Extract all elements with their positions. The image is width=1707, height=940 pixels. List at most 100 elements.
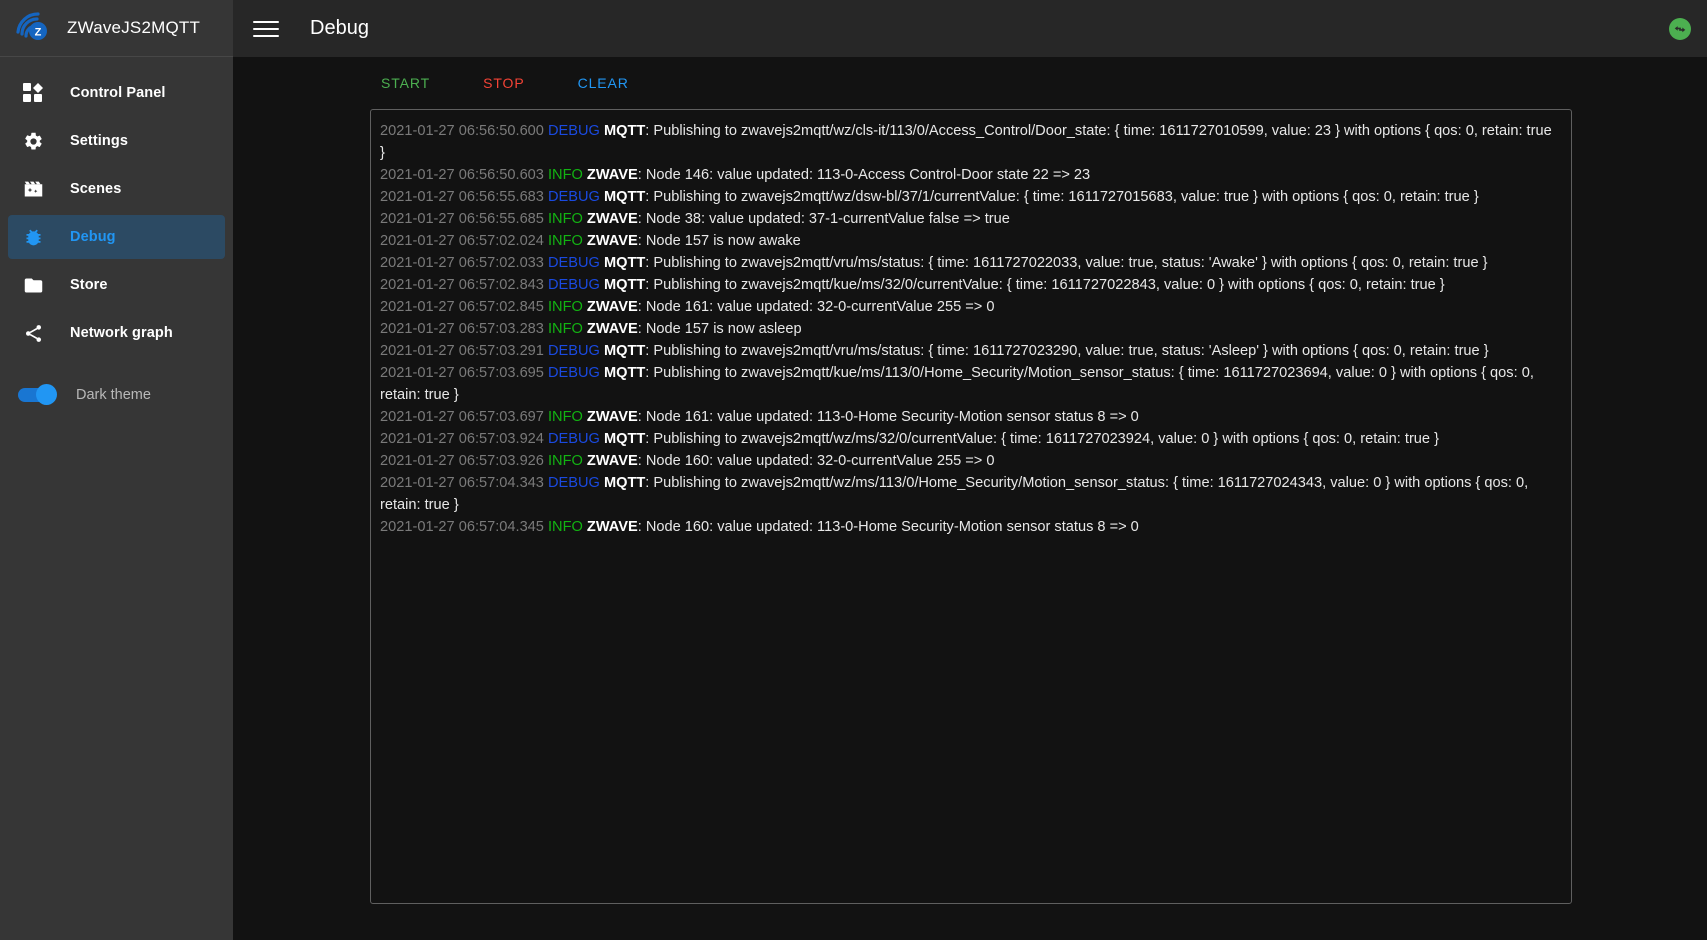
log-level: DEBUG <box>547 255 600 271</box>
sidebar-item-label: Settings <box>70 133 128 149</box>
log-message: : Publishing to zwavejs2mqtt/wz/ms/32/0/… <box>645 431 1439 447</box>
app-root: Z ZWaveJS2MQTT Control Panel Settings Sc… <box>0 0 1707 940</box>
log-module: ZWAVE <box>586 453 638 469</box>
log-timestamp: 2021-01-27 06:56:55.683 <box>380 189 544 205</box>
sidebar-item-label: Network graph <box>70 325 173 341</box>
log-level: DEBUG <box>547 431 600 447</box>
sidebar-item-store[interactable]: Store <box>8 263 225 307</box>
log-line: 2021-01-27 06:56:50.603 INFO ZWAVE: Node… <box>380 164 1559 186</box>
debug-log-panel[interactable]: 2021-01-27 06:56:50.600 DEBUG MQTT: Publ… <box>370 109 1572 904</box>
log-timestamp: 2021-01-27 06:56:50.603 <box>380 167 544 183</box>
log-module: MQTT <box>603 189 646 205</box>
svg-text:Z: Z <box>35 27 42 39</box>
log-timestamp: 2021-01-27 06:56:50.600 <box>380 123 544 139</box>
log-module: MQTT <box>603 343 646 359</box>
log-level: DEBUG <box>547 475 600 491</box>
main-area: Debug START STOP CLEAR 2021-01-27 06:56:… <box>233 0 1707 940</box>
log-module: ZWAVE <box>586 167 638 183</box>
log-timestamp: 2021-01-27 06:57:04.343 <box>380 475 544 491</box>
log-message: : Node 157 is now awake <box>637 233 801 249</box>
log-message: : Node 161: value updated: 113-0-Home Se… <box>637 409 1139 425</box>
connection-arrows-icon[interactable] <box>1669 17 1691 40</box>
log-message: : Publishing to zwavejs2mqtt/kue/ms/32/0… <box>645 277 1445 293</box>
log-line: 2021-01-27 06:56:55.685 INFO ZWAVE: Node… <box>380 208 1559 230</box>
hamburger-menu-icon[interactable] <box>253 16 279 42</box>
sidebar-item-control-panel[interactable]: Control Panel <box>8 71 225 115</box>
log-module: MQTT <box>603 431 646 447</box>
page-title: Debug <box>310 17 369 39</box>
sidebar-item-label: Scenes <box>70 181 122 197</box>
debug-toolbar: START STOP CLEAR <box>233 57 1707 109</box>
log-timestamp: 2021-01-27 06:57:03.283 <box>380 321 544 337</box>
movie-clapper-icon <box>20 179 46 200</box>
log-module: ZWAVE <box>586 211 638 227</box>
log-message: : Publishing to zwavejs2mqtt/wz/dsw-bl/3… <box>645 189 1479 205</box>
log-line: 2021-01-27 06:57:02.024 INFO ZWAVE: Node… <box>380 230 1559 252</box>
log-line: 2021-01-27 06:57:04.343 DEBUG MQTT: Publ… <box>380 472 1559 516</box>
log-module: MQTT <box>603 123 646 139</box>
log-line: 2021-01-27 06:56:50.600 DEBUG MQTT: Publ… <box>380 120 1559 164</box>
brand-title: ZWaveJS2MQTT <box>67 18 201 37</box>
start-button[interactable]: START <box>373 69 438 97</box>
log-line: 2021-01-27 06:57:03.695 DEBUG MQTT: Publ… <box>380 362 1559 406</box>
log-module: ZWAVE <box>586 519 638 535</box>
log-level: INFO <box>547 233 583 249</box>
zwave-wifi-logo-icon: Z <box>12 8 52 48</box>
brand-header: Z ZWaveJS2MQTT <box>0 0 233 57</box>
log-line: 2021-01-27 06:57:02.843 DEBUG MQTT: Publ… <box>380 274 1559 296</box>
log-module: ZWAVE <box>586 233 638 249</box>
log-level: INFO <box>547 211 583 227</box>
sidebar-item-scenes[interactable]: Scenes <box>8 167 225 211</box>
log-timestamp: 2021-01-27 06:57:03.695 <box>380 365 544 381</box>
log-line: 2021-01-27 06:57:03.924 DEBUG MQTT: Publ… <box>380 428 1559 450</box>
log-message: : Node 160: value updated: 32-0-currentV… <box>637 453 995 469</box>
log-line: 2021-01-27 06:57:03.697 INFO ZWAVE: Node… <box>380 406 1559 428</box>
bug-icon <box>20 227 46 248</box>
sidebar-nav: Control Panel Settings Scenes Debug Stor… <box>0 57 233 355</box>
sidebar-item-label: Store <box>70 277 108 293</box>
log-message: : Node 160: value updated: 113-0-Home Se… <box>637 519 1139 535</box>
log-timestamp: 2021-01-27 06:57:03.697 <box>380 409 544 425</box>
log-level: DEBUG <box>547 189 600 205</box>
log-line: 2021-01-27 06:57:04.345 INFO ZWAVE: Node… <box>380 516 1559 538</box>
share-nodes-icon <box>20 323 46 344</box>
log-module: MQTT <box>603 255 646 271</box>
sidebar-item-label: Control Panel <box>70 85 166 101</box>
dark-theme-toggle-row[interactable]: Dark theme <box>8 373 225 417</box>
log-message: : Node 157 is now asleep <box>637 321 802 337</box>
dark-theme-switch[interactable] <box>18 384 57 405</box>
log-level: DEBUG <box>547 277 600 293</box>
log-line: 2021-01-27 06:57:03.291 DEBUG MQTT: Publ… <box>380 340 1559 362</box>
log-module: ZWAVE <box>586 321 638 337</box>
log-timestamp: 2021-01-27 06:57:04.345 <box>380 519 544 535</box>
log-module: MQTT <box>603 475 646 491</box>
log-timestamp: 2021-01-27 06:57:03.926 <box>380 453 544 469</box>
sidebar-item-debug[interactable]: Debug <box>8 215 225 259</box>
log-module: ZWAVE <box>586 299 638 315</box>
log-message: : Node 38: value updated: 37-1-currentVa… <box>637 211 1010 227</box>
log-message: : Node 161: value updated: 32-0-currentV… <box>637 299 995 315</box>
log-module: ZWAVE <box>586 409 638 425</box>
dashboard-icon <box>20 83 46 103</box>
log-timestamp: 2021-01-27 06:57:02.024 <box>380 233 544 249</box>
log-level: DEBUG <box>547 343 600 359</box>
log-timestamp: 2021-01-27 06:57:02.845 <box>380 299 544 315</box>
log-line: 2021-01-27 06:57:02.033 DEBUG MQTT: Publ… <box>380 252 1559 274</box>
dark-theme-label: Dark theme <box>76 387 151 403</box>
log-level: INFO <box>547 453 583 469</box>
log-wrapper: 2021-01-27 06:56:50.600 DEBUG MQTT: Publ… <box>233 109 1707 940</box>
log-level: DEBUG <box>547 123 600 139</box>
sidebar-item-settings[interactable]: Settings <box>8 119 225 163</box>
stop-button[interactable]: STOP <box>475 69 532 97</box>
log-line: 2021-01-27 06:56:55.683 DEBUG MQTT: Publ… <box>380 186 1559 208</box>
log-level: INFO <box>547 409 583 425</box>
log-level: INFO <box>547 519 583 535</box>
log-message: : Publishing to zwavejs2mqtt/vru/ms/stat… <box>645 343 1489 359</box>
clear-button[interactable]: CLEAR <box>570 69 637 97</box>
sidebar: Z ZWaveJS2MQTT Control Panel Settings Sc… <box>0 0 233 940</box>
log-timestamp: 2021-01-27 06:56:55.685 <box>380 211 544 227</box>
log-timestamp: 2021-01-27 06:57:02.843 <box>380 277 544 293</box>
log-line: 2021-01-27 06:57:03.283 INFO ZWAVE: Node… <box>380 318 1559 340</box>
log-level: DEBUG <box>547 365 600 381</box>
sidebar-item-network-graph[interactable]: Network graph <box>8 311 225 355</box>
